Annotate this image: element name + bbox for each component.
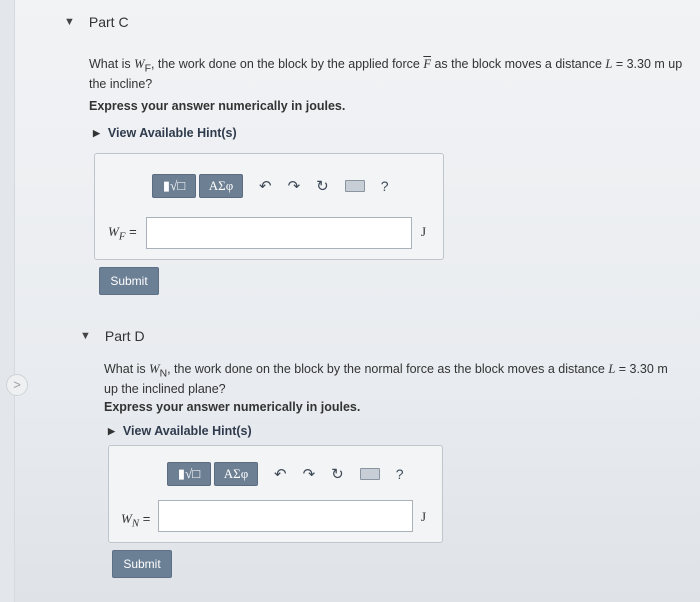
templates-button[interactable]: ▮√□ — [152, 174, 196, 198]
part-c-unit: J — [421, 224, 427, 239]
part-c-answer-input[interactable] — [146, 217, 412, 249]
part-d-instruction: Express your answer numerically in joule… — [104, 400, 361, 414]
part-c-question: What is WF, the work done on the block b… — [89, 57, 683, 91]
part-d-answer-label: WN = — [121, 511, 151, 530]
templates-button[interactable]: ▮√□ — [167, 462, 211, 486]
part-c-submit-button[interactable]: Submit — [99, 267, 159, 295]
part-d-answer-input[interactable] — [158, 500, 413, 532]
expand-triangle-icon: ▶ — [108, 425, 115, 436]
part-c-hint-link[interactable]: ▶ View Available Hint(s) — [93, 126, 237, 140]
expand-triangle-icon: ▶ — [93, 127, 100, 138]
part-d-submit-button[interactable]: Submit — [112, 550, 172, 578]
part-c-title: Part C — [88, 14, 129, 30]
part-d-hint-link[interactable]: ▶ View Available Hint(s) — [108, 424, 252, 438]
part-c-answer-label: WF = — [108, 224, 137, 243]
keyboard-icon[interactable] — [359, 468, 380, 480]
hint-label: View Available Hint(s) — [122, 424, 252, 438]
collapse-caret-icon[interactable]: ▼ — [80, 330, 91, 342]
greek-symbols-button[interactable]: ΑΣφ — [214, 462, 258, 486]
left-gutter — [0, 0, 15, 602]
part-c-instruction: Express your answer numerically in joule… — [89, 99, 346, 113]
part-d-header[interactable]: ▼ Part D — [80, 328, 145, 344]
part-d-question: What is WN, the work done on the block b… — [104, 362, 668, 396]
undo-icon[interactable]: ↶ — [274, 465, 287, 483]
help-icon[interactable]: ? — [396, 466, 404, 482]
hint-label: View Available Hint(s) — [107, 126, 237, 140]
part-c-toolbar: ▮√□ ΑΣφ ↶ ↷ ↻ ? — [152, 174, 389, 198]
greek-symbols-button[interactable]: ΑΣφ — [199, 174, 243, 198]
previous-arrow-icon[interactable]: > — [6, 374, 28, 396]
reset-icon[interactable]: ↻ — [331, 465, 344, 483]
reset-icon[interactable]: ↻ — [316, 177, 329, 195]
part-d-title: Part D — [104, 328, 145, 344]
redo-icon[interactable]: ↷ — [303, 465, 316, 483]
help-icon[interactable]: ? — [381, 178, 389, 194]
part-d-unit: J — [421, 509, 427, 524]
undo-icon[interactable]: ↶ — [259, 177, 272, 195]
part-c-header[interactable]: ▼ Part C — [64, 14, 129, 30]
part-d-toolbar: ▮√□ ΑΣφ ↶ ↷ ↻ ? — [167, 462, 404, 486]
collapse-caret-icon[interactable]: ▼ — [64, 16, 75, 28]
redo-icon[interactable]: ↷ — [288, 177, 301, 195]
keyboard-icon[interactable] — [344, 180, 365, 192]
